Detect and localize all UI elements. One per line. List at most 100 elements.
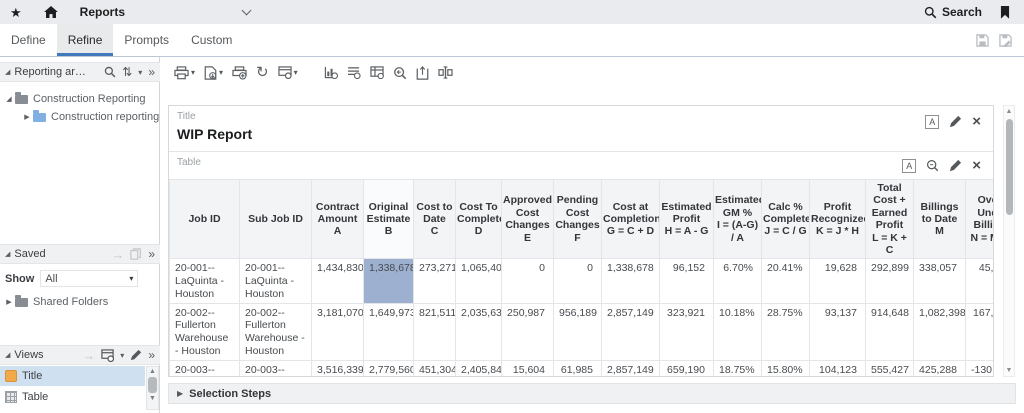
table-cell[interactable]: 0	[553, 258, 602, 304]
nav-current-page[interactable]: Reports	[80, 5, 125, 19]
collapse-triangle-icon[interactable]: ◢	[5, 351, 10, 359]
expand-panel-icon[interactable]: »	[148, 65, 155, 79]
zoom-icon[interactable]	[926, 159, 939, 172]
table-cell[interactable]: 3,516,339	[311, 359, 364, 376]
view-item-title[interactable]: Title	[0, 366, 145, 386]
print-button[interactable]: ▾	[174, 65, 195, 80]
table-cell[interactable]: 20-002--Fullerton Warehouse - Houston	[239, 302, 312, 361]
selection-steps-bar[interactable]: ▶ Selection Steps	[168, 383, 1016, 404]
tree-collapsed-icon[interactable]: ▶	[4, 298, 14, 306]
table-cell[interactable]: 96,152	[659, 258, 714, 304]
table-cell[interactable]: 20-001--LaQuinta - Houston	[169, 258, 240, 304]
save-icon[interactable]	[976, 33, 989, 47]
format-container-icon[interactable]: A	[925, 114, 940, 129]
table-cell[interactable]: 1,082,398	[913, 302, 966, 361]
sort-icon[interactable]: ⇅	[122, 65, 132, 79]
rename-view-button[interactable]	[438, 66, 453, 79]
table-cell[interactable]: 425,288	[913, 359, 966, 376]
table-cell[interactable]: 28.75%	[761, 302, 810, 361]
scroll-up-icon[interactable]: ▲	[149, 368, 156, 375]
column-header[interactable]: Estimated GM % I = (A-G) / A	[713, 178, 762, 260]
column-header[interactable]: Cost at Completion G = C + D	[601, 178, 660, 260]
home-icon[interactable]	[43, 6, 58, 18]
table-cell[interactable]: 659,190	[659, 359, 714, 376]
table-cell[interactable]: 2,035,638	[455, 302, 502, 361]
export-button[interactable]: ▾	[204, 65, 223, 80]
table-cell[interactable]: 45,158	[965, 258, 993, 304]
column-header[interactable]: Sub Job ID	[239, 178, 312, 260]
new-view-button[interactable]: ▾	[277, 66, 298, 79]
table-cell[interactable]: 19,628	[809, 258, 866, 304]
table-cell[interactable]: 0	[501, 258, 554, 304]
tab-custom[interactable]: Custom	[180, 24, 243, 56]
column-header[interactable]: Profit Recognized K = J * H	[809, 178, 866, 260]
remove-view-icon[interactable]: ×	[972, 158, 981, 173]
main-scrollbar[interactable]: ▲ ▼	[1003, 105, 1015, 377]
import-formatting-button[interactable]	[416, 65, 429, 80]
scroll-down-icon[interactable]: ▼	[1004, 367, 1014, 374]
edit-view-icon[interactable]	[949, 159, 962, 172]
collapse-triangle-icon[interactable]: ◢	[5, 250, 10, 258]
scroll-up-icon[interactable]: ▲	[1004, 108, 1014, 115]
scroll-thumb[interactable]	[148, 377, 157, 393]
table-cell[interactable]: 1,338,678	[601, 258, 660, 304]
tree-item-construction-reporting[interactable]: ◢ Construction Reporting	[0, 90, 160, 108]
edit-view-icon[interactable]	[130, 349, 142, 361]
tab-prompts[interactable]: Prompts	[113, 24, 180, 56]
table-cell[interactable]: 956,189	[553, 302, 602, 361]
column-header[interactable]: Pending Cost Changes F	[553, 178, 602, 260]
column-header[interactable]: Over / Under BillingsN = M - L	[965, 178, 993, 260]
column-header[interactable]: Cost To Complete D	[455, 178, 502, 260]
table-cell[interactable]: 10.18%	[713, 302, 762, 361]
bookmark-icon[interactable]	[1000, 5, 1010, 19]
table-cell[interactable]: 1,649,973	[363, 302, 414, 361]
column-header[interactable]: Approved Cost Changes E	[501, 178, 554, 260]
table-cell[interactable]: 2,405,845	[455, 359, 502, 376]
table-cell[interactable]: 292,899	[865, 258, 914, 304]
table-cell[interactable]: 323,921	[659, 302, 714, 361]
collapse-triangle-icon[interactable]: ◢	[5, 68, 10, 76]
selection-steps-expand-icon[interactable]: ▶	[177, 389, 183, 398]
view-item-table[interactable]: Table	[0, 387, 145, 407]
search-button[interactable]: Search	[924, 5, 982, 19]
column-header[interactable]: Total Cost + Earned Profit L = K + C	[865, 178, 914, 260]
column-header[interactable]: Original Estimate B	[363, 178, 414, 260]
tab-refine[interactable]: Refine	[56, 24, 114, 56]
new-filter-view-button[interactable]	[347, 66, 361, 79]
table-cell[interactable]: 20.41%	[761, 258, 810, 304]
table-cell[interactable]: 338,057	[913, 258, 966, 304]
saved-panel-header[interactable]: ◢ Saved → »	[0, 244, 160, 264]
new-graph-view-button[interactable]	[324, 66, 338, 79]
new-view-caret-icon[interactable]: ▾	[294, 68, 298, 77]
search-icon[interactable]	[104, 66, 116, 78]
table-cell[interactable]: 20-003--Fullerton Warehouse - San Antoni…	[169, 359, 240, 376]
table-cell[interactable]: 15,604	[501, 359, 554, 376]
tree-collapsed-icon[interactable]: ▶	[22, 113, 32, 121]
new-view-icon[interactable]	[101, 348, 115, 362]
column-header[interactable]: Calc % Complete J = C / G	[761, 178, 810, 260]
column-header[interactable]: Job ID	[169, 178, 240, 260]
table-cell[interactable]: 93,137	[809, 302, 866, 361]
table-cell[interactable]: 821,511	[413, 302, 456, 361]
export-caret-icon[interactable]: ▾	[219, 68, 223, 77]
table-cell[interactable]: 61,985	[553, 359, 602, 376]
print-caret-icon[interactable]: ▾	[191, 68, 195, 77]
views-scrollbar[interactable]: ▲ ▼	[146, 366, 159, 410]
column-header[interactable]: Cost to Date C	[413, 178, 456, 260]
table-cell[interactable]: 15.80%	[761, 359, 810, 376]
sort-caret-icon[interactable]: ▾	[138, 68, 142, 77]
tab-define[interactable]: Define	[0, 24, 57, 56]
edit-view-icon[interactable]	[949, 115, 962, 128]
remove-view-icon[interactable]: ×	[972, 114, 981, 129]
new-table-view-button[interactable]	[369, 66, 384, 79]
column-header[interactable]: Contract Amount A	[311, 178, 364, 260]
table-cell[interactable]: 250,987	[501, 302, 554, 361]
expand-panel-icon[interactable]: »	[148, 247, 155, 261]
tree-item-construction-reporting-sub[interactable]: ▶ Construction reporting	[0, 108, 160, 126]
show-filter-select[interactable]: All ▾	[40, 270, 139, 287]
show-print-preview-button[interactable]	[232, 65, 247, 80]
table-cell[interactable]: 2,779,560	[363, 359, 414, 376]
save-as-icon[interactable]	[999, 33, 1012, 47]
column-header[interactable]: Estimated Profit H = A - G	[659, 178, 714, 260]
expand-panel-icon[interactable]: »	[148, 348, 155, 362]
